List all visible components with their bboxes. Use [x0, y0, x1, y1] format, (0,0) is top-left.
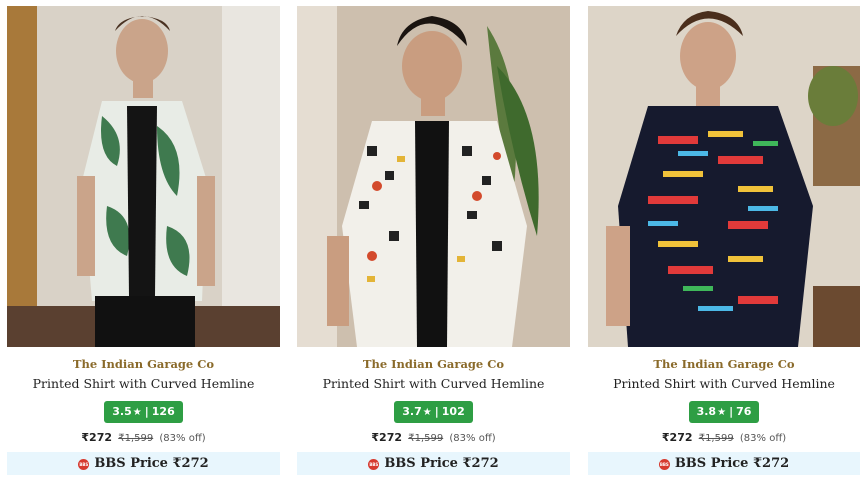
sale-price: ₹272 [661, 431, 693, 444]
mrp-price: ₹1,599 [408, 433, 444, 444]
bbs-price-banner: BBS BBS Price ₹272 [588, 452, 860, 475]
bbs-badge-icon: BBS [658, 459, 670, 470]
rating-row: 3.8★ | 76 [588, 400, 860, 423]
price-row: ₹272 ₹1,599 (83% off) [588, 431, 860, 445]
product-image[interactable] [588, 6, 860, 347]
rating-row: 3.7★ | 102 [297, 400, 570, 423]
discount-percent: (83% off) [449, 433, 496, 444]
star-icon: ★ [717, 407, 727, 418]
bbs-price-label: BBS Price ₹272 [674, 456, 790, 471]
price-row: ₹272 ₹1,599 (83% off) [7, 431, 280, 445]
rating-value: 3.8 [696, 405, 717, 418]
product-card[interactable]: The Indian Garage Co Printed Shirt with … [297, 6, 570, 475]
product-grid: The Indian Garage Co Printed Shirt with … [0, 0, 867, 487]
bbs-badge-icon: BBS [78, 459, 90, 470]
star-icon: ★ [422, 407, 432, 418]
discount-percent: (83% off) [739, 433, 787, 444]
discount-percent: (83% off) [159, 433, 206, 444]
rating-badge: 3.7★ | 102 [394, 401, 473, 423]
sale-price: ₹272 [81, 431, 113, 444]
rating-separator: | [729, 405, 734, 418]
brand-name[interactable]: The Indian Garage Co [297, 356, 570, 372]
sale-price: ₹272 [371, 431, 403, 444]
product-card[interactable]: The Indian Garage Co Printed Shirt with … [588, 6, 860, 475]
product-card[interactable]: The Indian Garage Co Printed Shirt with … [7, 6, 280, 475]
product-title[interactable]: Printed Shirt with Curved Hemline [297, 375, 570, 393]
rating-row: 3.5★ | 126 [7, 400, 280, 423]
review-count: 76 [736, 405, 752, 418]
brand-name[interactable]: The Indian Garage Co [7, 356, 280, 372]
bbs-price-label: BBS Price ₹272 [94, 456, 209, 471]
rating-separator: | [144, 405, 149, 418]
mrp-price: ₹1,599 [698, 433, 734, 444]
product-image[interactable] [7, 6, 280, 347]
bbs-price-banner: BBS BBS Price ₹272 [7, 452, 280, 475]
bbs-price-banner: BBS BBS Price ₹272 [297, 452, 570, 475]
rating-badge: 3.8★ | 76 [688, 401, 760, 423]
bbs-price-label: BBS Price ₹272 [384, 456, 499, 471]
bbs-badge-icon: BBS [368, 459, 380, 470]
rating-value: 3.5 [112, 405, 132, 418]
mrp-price: ₹1,599 [118, 433, 154, 444]
rating-badge: 3.5★ | 126 [104, 401, 183, 423]
review-count: 126 [151, 405, 175, 418]
price-row: ₹272 ₹1,599 (83% off) [297, 431, 570, 445]
rating-separator: | [434, 405, 439, 418]
star-icon: ★ [132, 407, 142, 418]
rating-value: 3.7 [402, 405, 422, 418]
product-image[interactable] [297, 6, 570, 347]
product-title[interactable]: Printed Shirt with Curved Hemline [7, 375, 280, 393]
product-title[interactable]: Printed Shirt with Curved Hemline [588, 375, 860, 393]
brand-name[interactable]: The Indian Garage Co [588, 356, 860, 372]
review-count: 102 [441, 405, 465, 418]
